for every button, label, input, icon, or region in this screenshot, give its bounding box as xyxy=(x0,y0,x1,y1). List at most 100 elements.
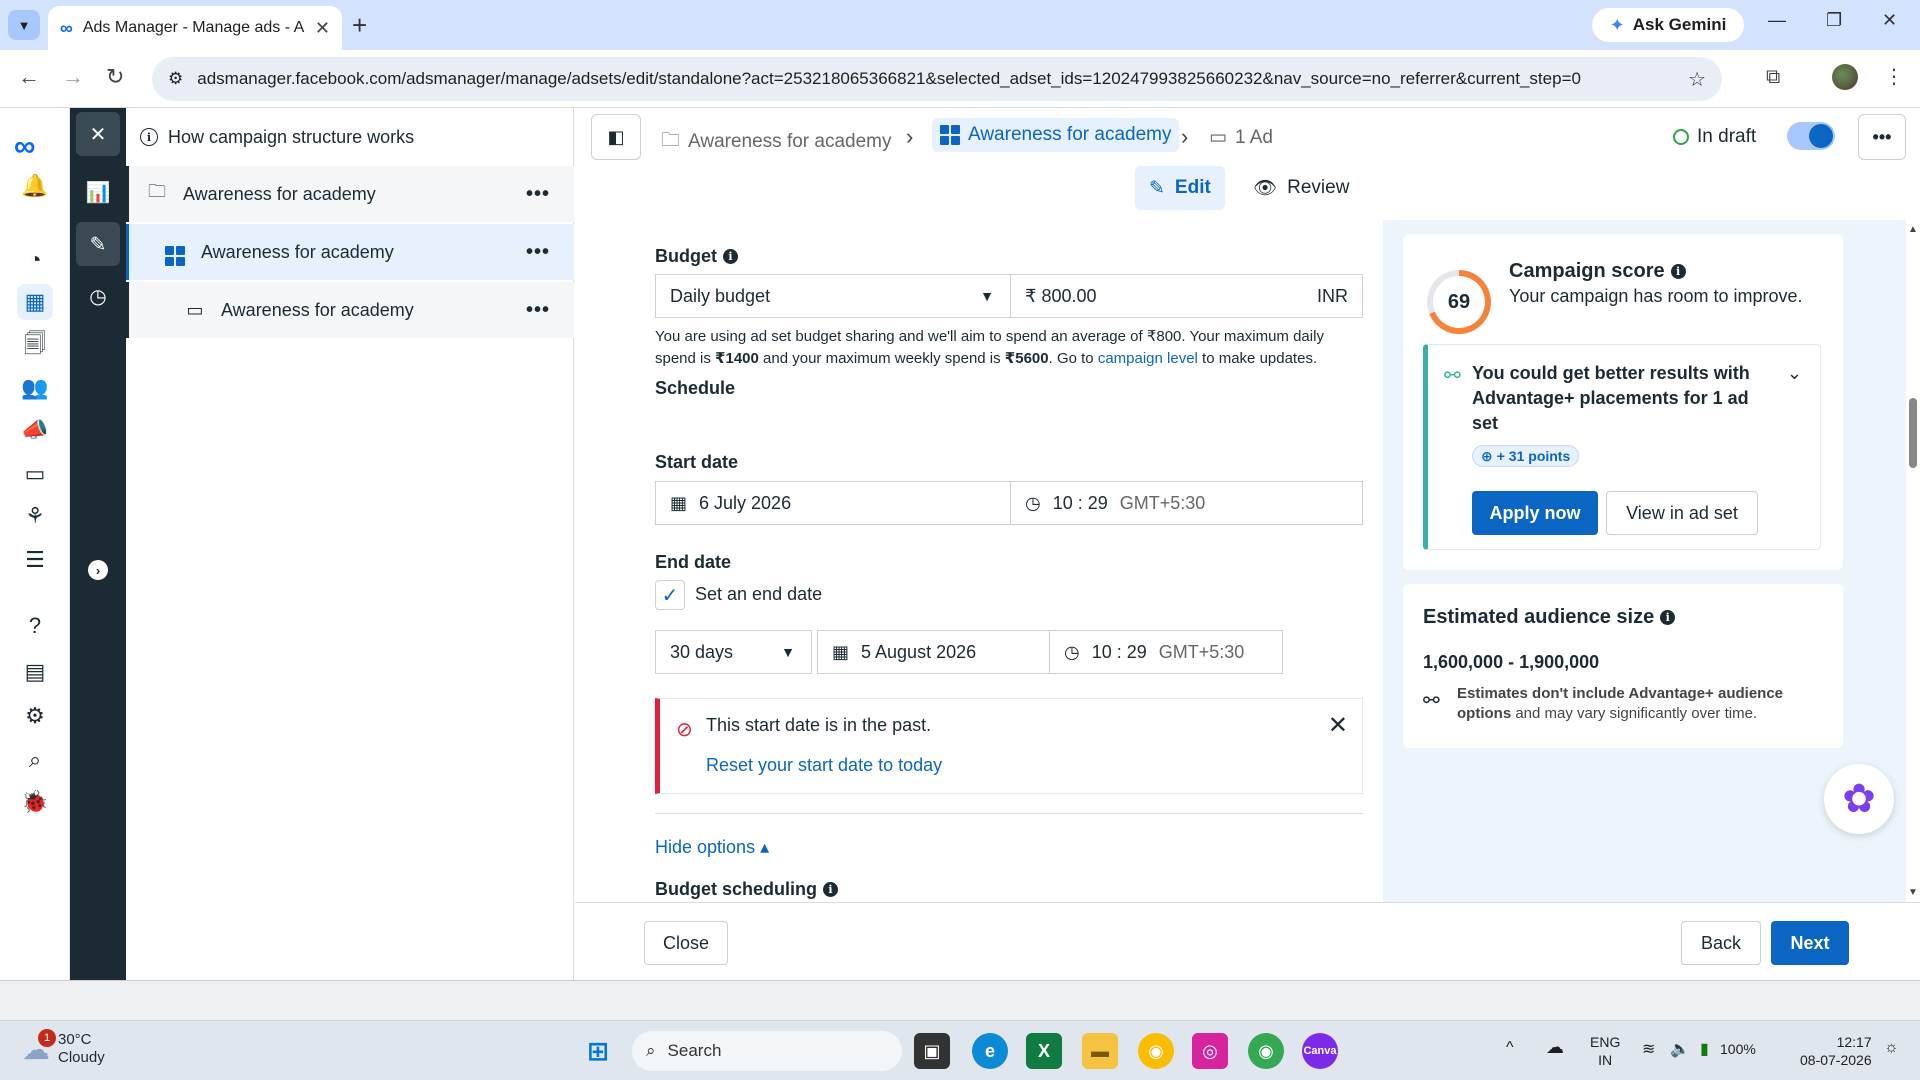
canva-icon[interactable]: Canva xyxy=(1302,1033,1338,1069)
breadcrumb-ad[interactable]: ▭ 1 Ad xyxy=(1209,126,1273,149)
weather-widget[interactable]: ☁ 1 30°C Cloudy xyxy=(22,1028,105,1067)
url-text[interactable]: adsmanager.facebook.com/adsmanager/manag… xyxy=(197,69,1674,89)
notification-icon[interactable]: ☼ xyxy=(1884,1039,1899,1057)
info-icon[interactable]: i xyxy=(723,249,738,264)
next-button[interactable]: Next xyxy=(1771,921,1849,965)
adset-more-icon[interactable]: ••• xyxy=(526,241,550,264)
tab-edit[interactable]: ✎ Edit xyxy=(1135,166,1225,210)
chrome-profile-icon[interactable]: ◉ xyxy=(1248,1033,1284,1069)
instagram-icon[interactable]: ◎ xyxy=(1192,1033,1228,1069)
task-view-icon[interactable]: ▣ xyxy=(914,1033,950,1069)
reports-icon[interactable]: 🗐 xyxy=(17,328,53,364)
tree-item-adset[interactable]: Awareness for academy ••• xyxy=(126,224,574,280)
back-button[interactable]: Back xyxy=(1681,921,1761,965)
meta-logo-icon[interactable]: ∞ xyxy=(14,130,35,164)
site-info-icon[interactable]: ⚙ xyxy=(168,69,183,89)
forward-arrow-icon[interactable]: → xyxy=(62,64,84,90)
profile-avatar[interactable] xyxy=(1832,64,1858,90)
chevron-down-icon[interactable]: ⌄ xyxy=(1787,363,1802,384)
all-tools-menu-icon[interactable]: ☰ xyxy=(17,542,53,578)
form-scrollbar[interactable]: ▲ ▼ xyxy=(1906,220,1920,902)
start-date-input[interactable]: ▦ 6 July 2026 xyxy=(655,481,1011,525)
scroll-down-icon[interactable]: ▼ xyxy=(1908,887,1918,898)
url-bar[interactable]: ⚙ adsmanager.facebook.com/adsmanager/man… xyxy=(152,57,1722,101)
wifi-icon[interactable]: ≋ xyxy=(1642,1039,1655,1059)
breadcrumb-campaign[interactable]: 🗀 Awareness for academy xyxy=(661,126,892,158)
end-time-input[interactable]: ◷ 10 : 29 GMT+5:30 xyxy=(1049,630,1283,674)
extensions-icon[interactable]: ⧉ xyxy=(1766,66,1780,89)
campaign-structure-help-link[interactable]: i How campaign structure works xyxy=(126,108,573,166)
scroll-up-icon[interactable]: ▲ xyxy=(1908,224,1918,235)
report-bug-icon[interactable]: 🐞 xyxy=(17,784,53,820)
close-window-icon[interactable]: ✕ xyxy=(1882,10,1897,31)
reset-start-date-link[interactable]: Reset your start date to today xyxy=(706,755,942,776)
end-date-input[interactable]: ▦ 5 August 2026 xyxy=(817,630,1050,674)
ask-gemini-button[interactable]: ✦ Ask Gemini xyxy=(1592,8,1744,42)
info-icon[interactable]: i xyxy=(1670,264,1686,279)
hide-options-link[interactable]: Hide options ▴ xyxy=(655,837,769,858)
history-clock-icon[interactable]: ◷ xyxy=(76,274,120,318)
info-icon[interactable]: i xyxy=(823,882,838,897)
new-tab-icon[interactable]: + xyxy=(352,10,367,41)
reload-icon[interactable]: ↻ xyxy=(106,64,124,90)
chrome-icon[interactable]: ◉ xyxy=(1138,1033,1174,1069)
bookmark-star-icon[interactable]: ☆ xyxy=(1688,67,1706,92)
draft-toggle[interactable] xyxy=(1787,122,1835,150)
settings-gear-icon[interactable]: ⚙ xyxy=(17,698,53,734)
tab-review[interactable]: 👁 Review xyxy=(1239,166,1363,210)
clock[interactable]: 12:17 08-07-2026 xyxy=(1800,1033,1872,1069)
edge-icon[interactable]: e xyxy=(972,1033,1008,1069)
campaign-more-icon[interactable]: ••• xyxy=(526,183,550,206)
breadcrumb-adset[interactable]: Awareness for academy xyxy=(932,118,1180,152)
onedrive-cloud-icon[interactable]: ☁ xyxy=(1546,1037,1564,1058)
volume-icon[interactable]: 🔈 xyxy=(1670,1039,1690,1059)
calendar-icon: ▦ xyxy=(832,641,850,662)
dashboard-gauge-icon[interactable]: ◔ xyxy=(17,242,53,278)
edit-pencil-icon[interactable]: ✎ xyxy=(76,222,120,266)
campaigns-table-icon[interactable]: ▦ xyxy=(17,284,53,320)
campaign-level-link[interactable]: campaign level xyxy=(1098,350,1198,367)
back-arrow-icon[interactable]: ← xyxy=(18,64,40,90)
apply-now-button[interactable]: Apply now xyxy=(1472,491,1598,535)
ads-megaphone-icon[interactable]: 📣 xyxy=(17,412,53,448)
search-icon[interactable]: ⌕ xyxy=(17,742,53,778)
budget-amount-input[interactable]: ₹ 800.00 INR xyxy=(1010,274,1363,318)
browser-tab[interactable]: ∞ Ads Manager - Manage ads - A ✕ xyxy=(48,6,342,50)
minimize-icon[interactable]: — xyxy=(1768,10,1786,31)
tree-item-ad[interactable]: ▭ Awareness for academy ••• xyxy=(126,282,574,338)
close-editor-icon[interactable]: ✕ xyxy=(76,112,120,156)
windows-start-icon[interactable]: ⊞ xyxy=(580,1033,616,1069)
budget-type-select[interactable]: Daily budget ▼ xyxy=(655,274,1011,318)
performance-chart-icon[interactable]: 📊 xyxy=(76,170,120,214)
close-icon[interactable]: ✕ xyxy=(1328,711,1348,740)
tray-chevron-icon[interactable]: ^ xyxy=(1506,1039,1514,1057)
close-button[interactable]: Close xyxy=(644,921,728,965)
scroll-thumb[interactable] xyxy=(1909,398,1917,468)
notifications-bell-icon[interactable]: 🔔 xyxy=(17,168,53,204)
battery-icon[interactable]: ▮ xyxy=(1700,1039,1709,1059)
help-question-icon[interactable]: ? xyxy=(17,608,53,644)
news-feed-icon[interactable]: ▤ xyxy=(17,654,53,690)
billing-card-icon[interactable]: ▭ xyxy=(17,456,53,492)
view-in-ad-set-button[interactable]: View in ad set xyxy=(1606,491,1758,535)
info-icon[interactable]: i xyxy=(1660,610,1676,625)
tree-item-campaign[interactable]: 🗀 Awareness for academy ••• xyxy=(126,166,574,222)
set-end-date-checkbox[interactable]: ✓ xyxy=(655,580,685,610)
assistant-flower-icon[interactable]: ✿ xyxy=(1824,764,1894,834)
expand-chevron-icon[interactable]: › xyxy=(88,560,108,580)
browser-menu-icon[interactable]: ⋮ xyxy=(1884,64,1904,89)
ad-more-icon[interactable]: ••• xyxy=(526,299,550,322)
more-options-button[interactable]: ••• xyxy=(1858,114,1906,160)
business-tools-icon[interactable]: ⚘ xyxy=(17,498,53,534)
excel-icon[interactable]: X xyxy=(1026,1033,1062,1069)
close-tab-icon[interactable]: ✕ xyxy=(315,18,330,39)
audiences-icon[interactable]: 👥 xyxy=(17,370,53,406)
restore-icon[interactable]: ❐ xyxy=(1826,10,1842,31)
toggle-sidebar-icon[interactable]: ◧ xyxy=(591,114,641,160)
start-time-input[interactable]: ◷ 10 : 29 GMT+5:30 xyxy=(1010,481,1363,525)
tab-search-dropdown-icon[interactable]: ▼ xyxy=(8,10,40,40)
language-indicator[interactable]: ENG IN xyxy=(1590,1033,1620,1069)
duration-select[interactable]: 30 days ▼ xyxy=(655,630,812,674)
taskbar-search[interactable]: ⌕ Search xyxy=(632,1031,902,1071)
file-explorer-icon[interactable]: ▬ xyxy=(1082,1033,1118,1069)
